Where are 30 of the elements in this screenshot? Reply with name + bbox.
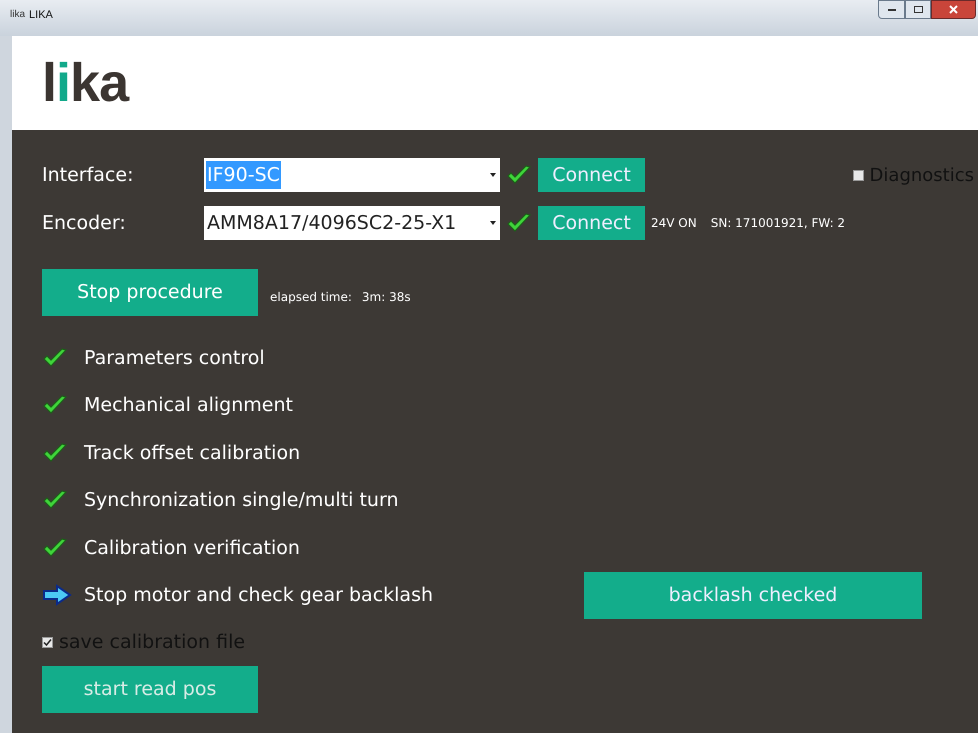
combo-box[interactable]: IF90-SC xyxy=(204,158,500,192)
device-info: SN: 171001921, FW: 2 xyxy=(710,215,846,232)
combo-box[interactable]: AMM8A17/4096SC2-25-X1 xyxy=(204,206,500,240)
step-label: Mechanical alignment xyxy=(84,393,294,418)
dropdown-icon xyxy=(490,221,496,225)
stop-procedure-button[interactable]: Stop procedure xyxy=(42,269,258,316)
step-label: Stop motor and check gear backlash xyxy=(84,583,434,608)
close-icon xyxy=(949,5,958,14)
field-label: Interface: xyxy=(42,162,134,188)
backlash-checked-button[interactable]: backlash checked xyxy=(584,572,922,619)
logo: lika xyxy=(42,56,128,110)
dropdown-icon xyxy=(490,173,496,177)
power-status: 24V ON xyxy=(651,215,697,232)
start-read-pos-button[interactable]: start read pos xyxy=(42,666,258,713)
window-title: LIKA xyxy=(29,8,53,23)
connect-button[interactable]: Connect xyxy=(538,206,645,240)
elapsed-time-label: elapsed time: xyxy=(270,289,352,306)
minimize-button[interactable] xyxy=(878,0,905,19)
elapsed-time: 3m: 38s xyxy=(362,289,411,306)
connect-button[interactable]: Connect xyxy=(538,158,645,192)
maximize-button[interactable] xyxy=(905,0,931,19)
close-button[interactable] xyxy=(931,0,976,19)
save-file-checkbox[interactable] xyxy=(42,637,53,648)
step-label: Parameters control xyxy=(84,346,266,370)
step-label: Calibration verification xyxy=(84,536,301,560)
step-label: Synchronization single/multi turn xyxy=(84,488,400,513)
diagnostics-checkbox[interactable] xyxy=(852,170,864,180)
app-icon: lika xyxy=(10,7,26,22)
step-label: Track offset calibration xyxy=(84,440,302,466)
field-label: Encoder: xyxy=(42,210,127,236)
